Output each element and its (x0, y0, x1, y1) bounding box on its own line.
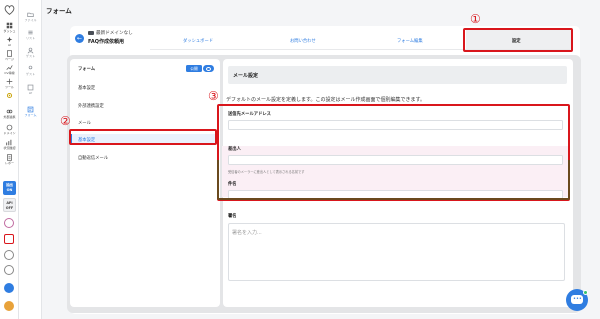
annotation-box-2 (69, 129, 217, 145)
folder-icon (27, 12, 34, 17)
cv-icon (6, 65, 13, 70)
folder-icon (88, 30, 94, 35)
chat-button[interactable]: ••• (566, 289, 588, 311)
rail2-label: リスト (25, 36, 35, 40)
add-icon[interactable] (4, 283, 14, 293)
rail-item-domain[interactable]: ドメイン (0, 124, 19, 135)
rail-item-tool[interactable]: ツール (0, 78, 19, 89)
sidebar-form-label: フォーム (78, 67, 96, 72)
signature-textarea[interactable] (228, 223, 565, 281)
gem-icon[interactable] (4, 218, 14, 228)
page-icon (7, 50, 12, 57)
tab-form-edit[interactable]: フォーム編集 (397, 38, 423, 44)
status-icon (6, 139, 12, 146)
extract-on-badge[interactable]: 抽出 ON (3, 181, 16, 195)
rail-label: レポー (4, 161, 14, 165)
help-icon[interactable] (4, 250, 14, 260)
sidebar-item-external[interactable]: 外部連携設定 (78, 103, 104, 109)
settings-icon[interactable] (4, 265, 14, 275)
rail2-item-guest[interactable]: ゲスト (19, 47, 42, 58)
signature-placeholder: 署名を入力... (232, 230, 262, 236)
rail-label: ページ (5, 57, 14, 61)
rail-item-dashboard[interactable]: ダッシュ (0, 22, 19, 33)
annotation-number-1: ① (470, 12, 481, 26)
rail-item-page[interactable]: ページ (0, 50, 19, 61)
folder-breadcrumb[interactable]: 最新ドメインなし (88, 30, 133, 36)
rail-label: AI (8, 43, 11, 47)
sidebar-item-auto-reply[interactable]: 自動返信メール (78, 155, 108, 161)
rail-label: 状況確認 (3, 146, 16, 150)
rail2-item-file[interactable]: ファイル (19, 11, 42, 22)
form-icon (27, 106, 34, 113)
domain-icon (6, 124, 13, 131)
rail-label: ダッシュ (3, 29, 16, 33)
rail-label: 外部連携 (3, 115, 16, 119)
list-icon (28, 30, 33, 35)
sidebar-item-basic[interactable]: 基本設定 (78, 85, 95, 91)
rail2-label: LP (28, 91, 33, 95)
rail-label: ドメイン (3, 131, 16, 135)
dashboard-icon (6, 22, 13, 29)
rail-item-cv[interactable]: CV導線 (0, 64, 19, 75)
sub-rail: ファイル リスト ゲスト ゲスト LP フォーム (19, 0, 42, 319)
section-title: メール設定 (233, 73, 259, 79)
annotation-box-3-lower (217, 160, 570, 200)
lp-icon (27, 84, 34, 91)
notification-dot (583, 290, 588, 295)
ai-icon (6, 36, 13, 43)
form-name: FAQ作成依頼用 (88, 39, 124, 45)
left-rail: ダッシュ AI ページ CV導線 ツール 外部連携 ドメイン 状況確認 レポー … (0, 0, 19, 319)
link-icon (6, 109, 13, 114)
settings-sidebar (70, 59, 220, 307)
rail2-label: ファイル (24, 18, 37, 22)
tool-icon (6, 78, 13, 85)
rail2-label: フォーム (24, 113, 37, 117)
section-header (228, 66, 567, 84)
rail2-item-guest2[interactable]: ゲスト (19, 65, 42, 76)
rail2-label: ゲスト (25, 54, 35, 58)
section-description: デフォルトのメール設定を定義します。この設定はメール作成画面で個別編集できます。 (226, 97, 426, 103)
tab-inquiries[interactable]: お問い合わせ (290, 38, 316, 44)
rail-item-tool-active[interactable] (0, 92, 19, 99)
rail-item-status[interactable]: 状況確認 (0, 139, 19, 150)
folder-name: 最新ドメインなし (96, 31, 133, 36)
public-badge[interactable]: 公開 (186, 65, 202, 72)
back-button[interactable]: ← (75, 34, 84, 43)
page-title: フォーム (46, 7, 72, 15)
rail-item-report[interactable]: レポー (0, 154, 19, 165)
rail2-label: ゲスト (25, 72, 35, 76)
eye-icon (206, 66, 211, 71)
gear-icon (6, 92, 13, 99)
preview-toggle[interactable] (203, 65, 214, 72)
rail2-item-list[interactable]: リスト (19, 29, 42, 40)
rail2-item-form[interactable]: フォーム (19, 106, 42, 117)
rail2-item-lp[interactable]: LP (19, 84, 42, 95)
api-off-badge[interactable]: API OFF (3, 198, 16, 212)
tab-dashboard[interactable]: ダッシュボード (183, 38, 213, 44)
rail-label: ツール (4, 85, 14, 89)
user-icon (27, 47, 34, 54)
annotation-number-2: ② (60, 114, 71, 128)
rail-item-link[interactable]: 外部連携 (0, 108, 19, 119)
sidebar-item-mail[interactable]: メール (78, 120, 91, 126)
annotation-number-3: ③ (208, 89, 219, 103)
rail-item-ai[interactable]: AI (0, 36, 19, 47)
logo-icon[interactable] (4, 5, 15, 15)
report-icon (7, 154, 12, 161)
avatar[interactable] (4, 301, 14, 311)
signature-label: 署名 (228, 214, 237, 219)
mail-icon[interactable] (4, 234, 14, 244)
annotation-box-1 (463, 28, 573, 52)
rail-label: CV導線 (4, 71, 15, 75)
users-icon (28, 65, 33, 70)
